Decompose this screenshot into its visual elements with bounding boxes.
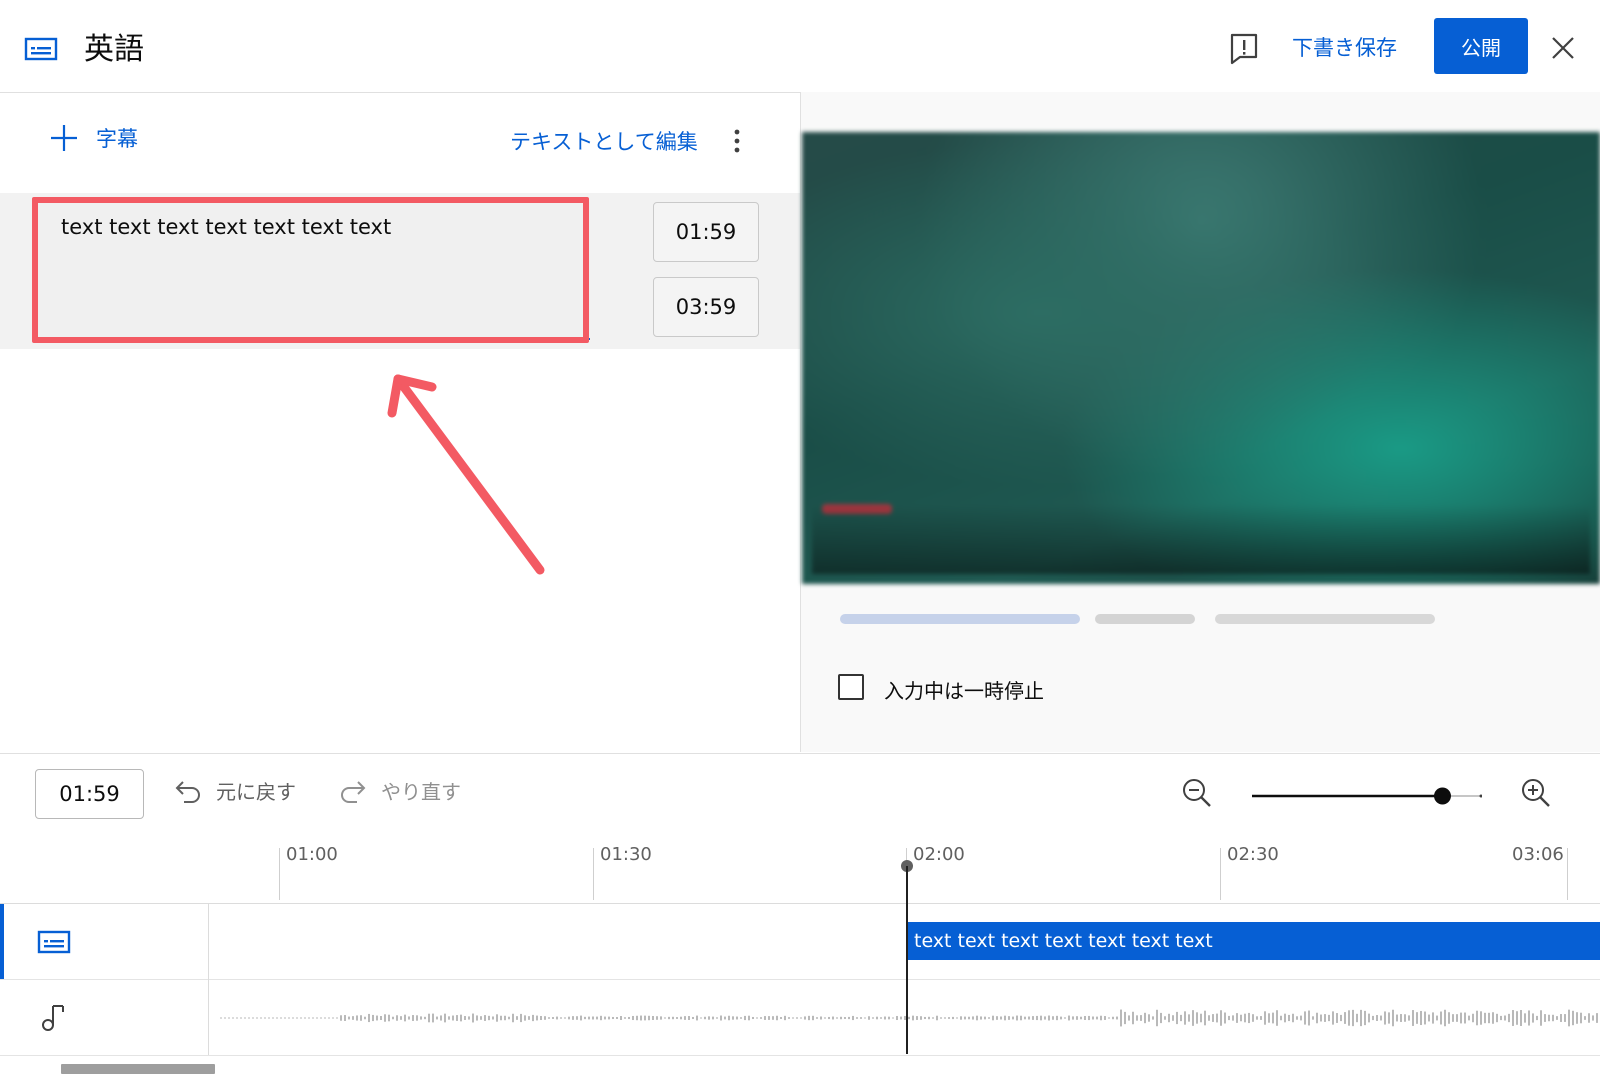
ruler-label: 02:00 — [913, 844, 965, 865]
audio-waveform — [220, 1009, 1598, 1027]
save-draft-button[interactable]: 下書き保存 — [1292, 32, 1397, 62]
current-time-input[interactable]: 01:59 — [35, 769, 144, 819]
undo-button[interactable]: 元に戻す — [174, 776, 296, 805]
active-track-indicator — [0, 904, 4, 979]
ruler-tick — [1567, 848, 1568, 900]
timeline-caption-cue[interactable]: text text text text text text text — [908, 922, 1600, 960]
horizontal-scrollbar[interactable] — [61, 1064, 215, 1074]
blurred-link — [840, 614, 1080, 624]
ruler-tick — [1220, 848, 1221, 900]
edit-as-text-button[interactable]: テキストとして編集 — [510, 126, 698, 156]
undo-label: 元に戻す — [216, 780, 296, 804]
divider — [0, 1055, 1600, 1056]
caption-end-time-input[interactable]: 03:59 — [653, 277, 759, 337]
redo-label: やり直す — [381, 780, 461, 804]
annotation-arrow — [380, 365, 560, 584]
undo-icon — [175, 780, 200, 803]
ruler-label: 01:00 — [286, 844, 338, 865]
highlight-annotation-box — [32, 197, 589, 343]
plus-icon — [51, 125, 77, 151]
divider — [0, 753, 1600, 754]
blurred-text — [1215, 614, 1435, 624]
feedback-icon[interactable] — [1230, 33, 1258, 69]
playhead[interactable] — [906, 866, 908, 1054]
ruler-label: 03:06 — [1512, 844, 1564, 865]
ruler-label: 01:30 — [600, 844, 652, 865]
zoom-in-icon[interactable] — [1520, 777, 1552, 813]
pause-while-typing-label: 入力中は一時停止 — [884, 679, 1044, 703]
close-icon[interactable] — [1551, 36, 1575, 64]
ruler-label: 02:30 — [1227, 844, 1279, 865]
subtitle-track-icon — [37, 930, 71, 958]
ruler-tick — [593, 848, 594, 900]
music-note-icon — [41, 1004, 65, 1036]
pause-while-typing-checkbox[interactable] — [838, 674, 864, 700]
divider — [0, 979, 1600, 980]
video-preview[interactable] — [802, 132, 1600, 584]
caption-start-time-input[interactable]: 01:59 — [653, 202, 759, 262]
video-controls — [812, 504, 1590, 574]
blurred-text — [1095, 614, 1195, 624]
page-title: 英語 — [84, 32, 144, 67]
more-vert-icon[interactable] — [730, 128, 744, 154]
divider — [208, 903, 209, 1055]
divider — [0, 903, 1600, 904]
zoom-out-icon[interactable] — [1181, 777, 1213, 813]
subtitles-icon — [24, 37, 58, 65]
add-subtitle-button[interactable]: 字幕 — [50, 120, 138, 156]
ruler-tick — [279, 848, 280, 900]
add-subtitle-label: 字幕 — [96, 127, 138, 151]
zoom-slider[interactable] — [1252, 786, 1482, 806]
redo-icon — [341, 780, 366, 803]
redo-button[interactable]: やり直す — [339, 776, 461, 805]
publish-button[interactable]: 公開 — [1434, 18, 1528, 74]
